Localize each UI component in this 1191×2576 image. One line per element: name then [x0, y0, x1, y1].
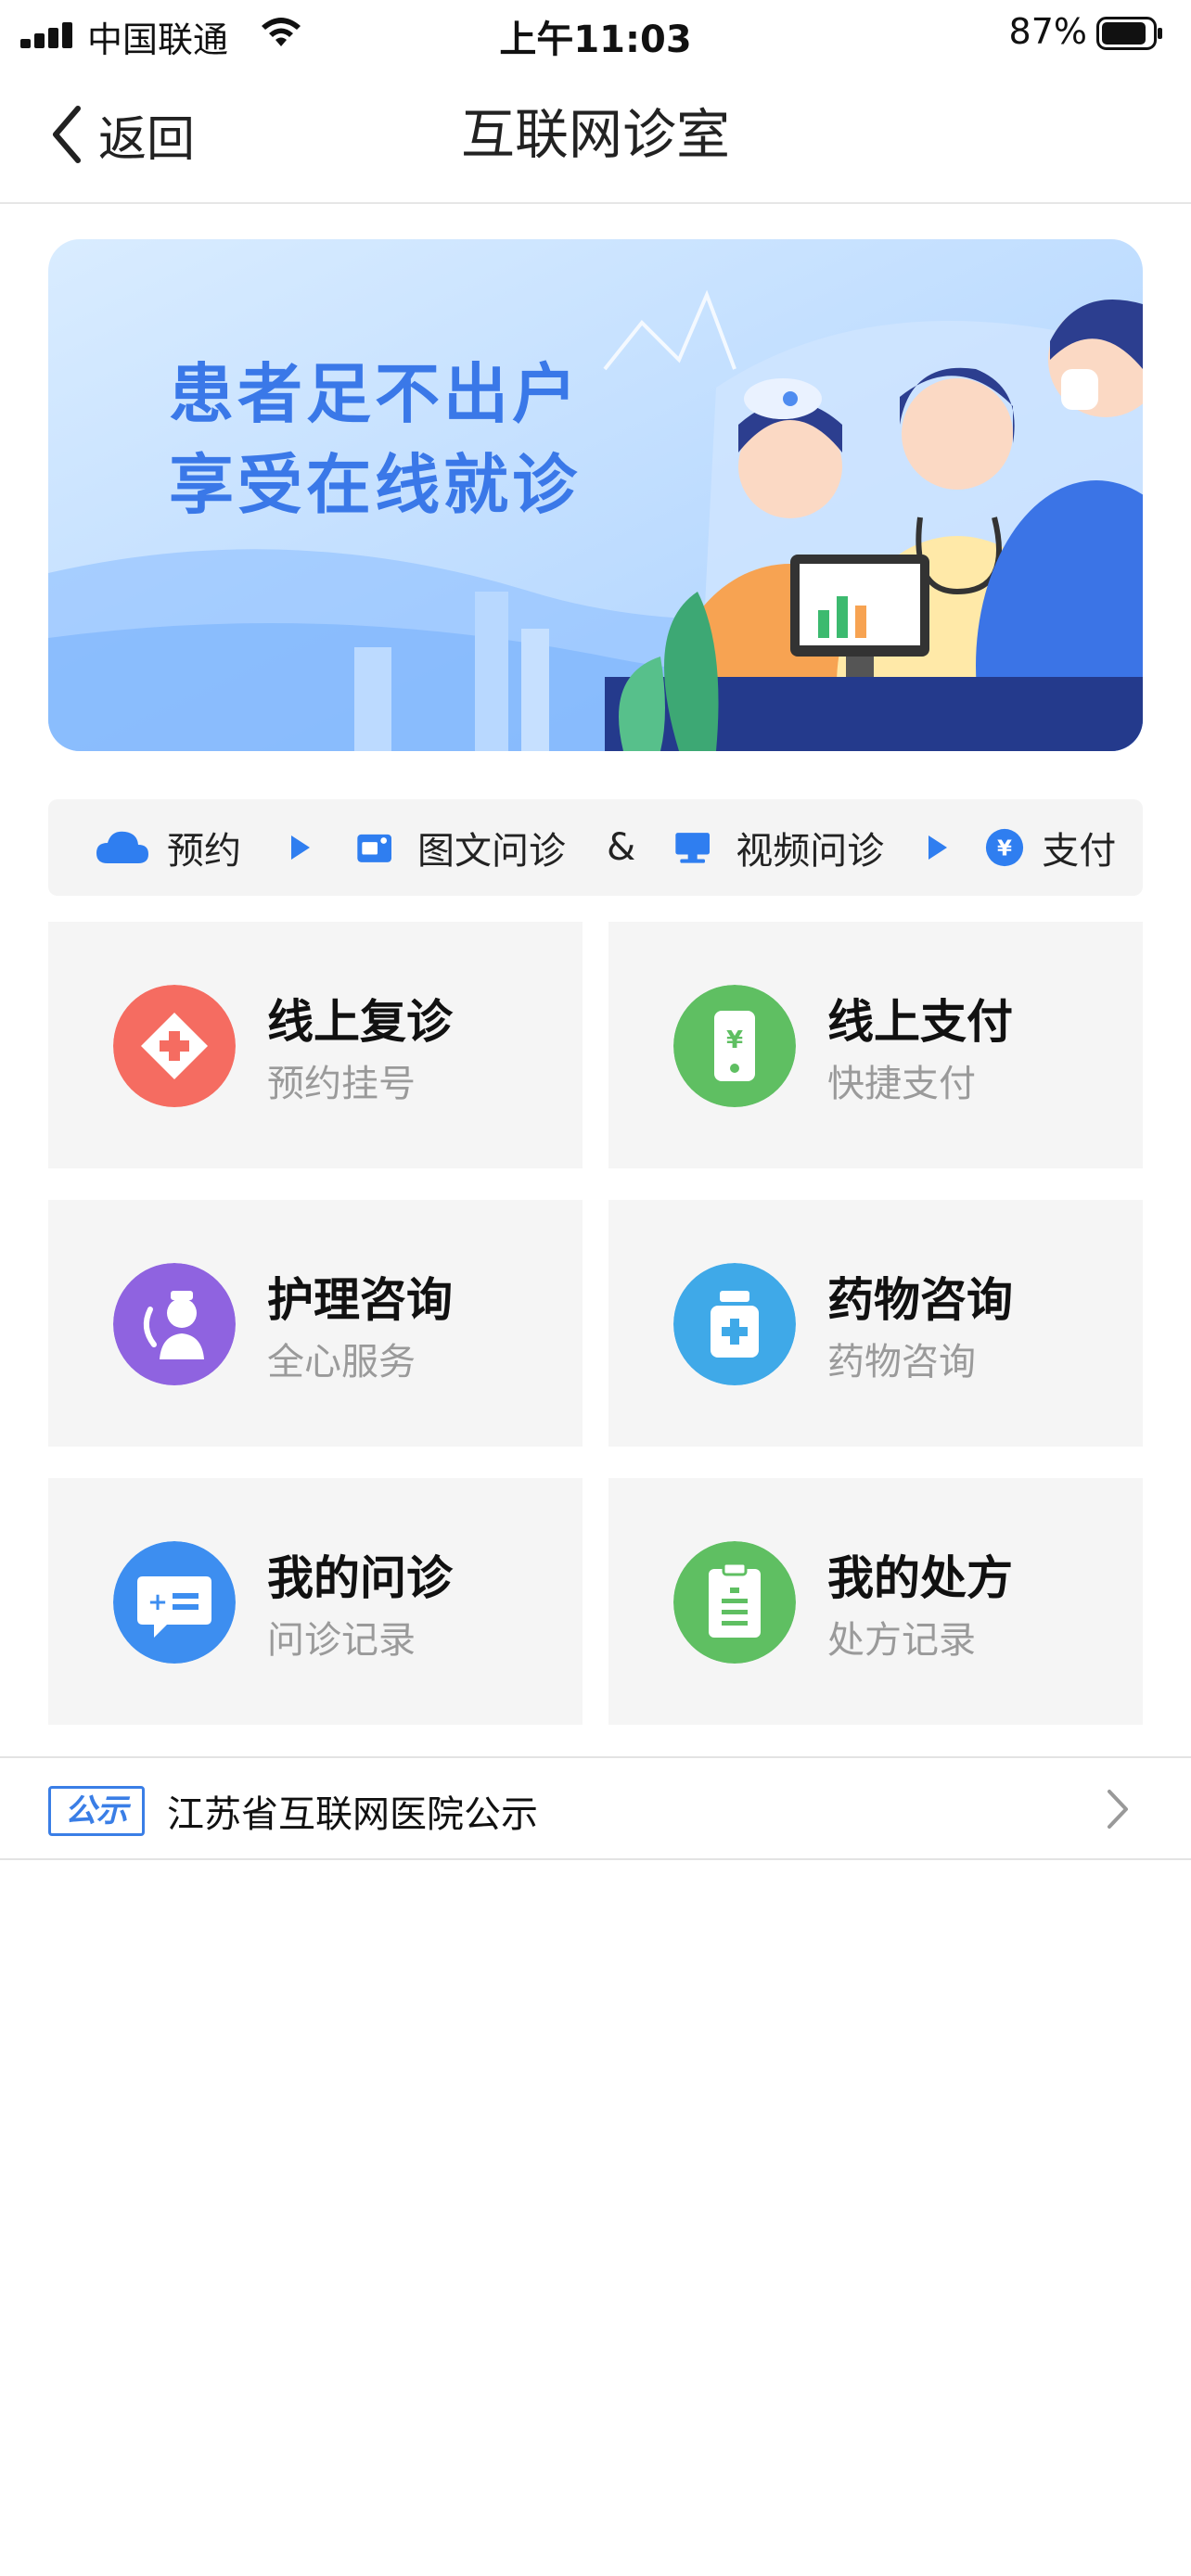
cloud-icon [96, 831, 148, 863]
banner-line-1: 患者足不出户 [169, 356, 581, 432]
service-card-drug-consult[interactable]: 药物咨询 药物咨询 [608, 1200, 1143, 1447]
notice-badge: 公示 [48, 1786, 145, 1836]
svg-text:¥: ¥ [997, 837, 1012, 861]
status-bar: 中国联通 上午11:03 87% [0, 0, 1191, 65]
service-card-my-consultations[interactable]: + 我的问诊 问诊记录 [48, 1478, 583, 1725]
chevron-left-icon [53, 106, 81, 163]
back-label: 返回 [98, 111, 196, 168]
nav-bar: 返回 互联网诊室 [0, 65, 1191, 204]
play-arrow-icon [928, 835, 948, 860]
card-subtitle: 处方记录 [827, 1619, 976, 1662]
card-title: 护理咨询 [267, 1273, 453, 1327]
card-title: 线上复诊 [267, 995, 453, 1049]
battery-percent: 87% [1008, 11, 1087, 52]
step-video-consult: 视频问诊 [672, 821, 884, 874]
medical-cross-icon [113, 985, 236, 1107]
public-notice-row[interactable]: 公示 江苏省互联网医院公示 [0, 1756, 1191, 1860]
card-subtitle: 全心服务 [267, 1341, 416, 1384]
chat-record-icon: + [113, 1541, 236, 1664]
cellular-signal-icon [20, 22, 74, 48]
wifi-icon [262, 18, 301, 46]
card-title: 我的处方 [827, 1551, 1013, 1605]
step-label: 预约 [167, 830, 241, 873]
promo-banner[interactable]: 患者足不出户 享受在线就诊 [48, 239, 1143, 751]
chevron-right-icon [1108, 1790, 1128, 1829]
card-subtitle: 快捷支付 [827, 1063, 976, 1105]
step-label: 图文问诊 [417, 830, 566, 873]
nurse-icon [113, 1263, 236, 1385]
card-title: 药物咨询 [827, 1273, 1013, 1327]
prescription-icon [673, 1541, 796, 1664]
service-card-my-prescriptions[interactable]: 我的处方 处方记录 [608, 1478, 1143, 1725]
image-chat-icon [357, 834, 391, 862]
banner-line-2: 享受在线就诊 [169, 447, 581, 523]
consultation-process: 预约 图文问诊 & 视频问诊 ¥ 支付 [48, 799, 1143, 896]
play-arrow-icon [291, 835, 310, 860]
svg-text:+: + [147, 1588, 168, 1616]
yen-coin-icon: ¥ [986, 828, 1024, 867]
service-card-nursing-consult[interactable]: 护理咨询 全心服务 [48, 1200, 583, 1447]
card-title: 我的问诊 [267, 1551, 453, 1605]
back-button[interactable]: 返回 [48, 100, 195, 169]
battery-icon [1096, 17, 1162, 50]
medicine-bottle-icon [673, 1263, 796, 1385]
step-appointment: 预约 [95, 821, 241, 874]
service-card-online-payment[interactable]: ¥ 线上支付 快捷支付 [608, 922, 1143, 1168]
svg-text:¥: ¥ [726, 1027, 743, 1054]
step-payment: ¥ 支付 [984, 821, 1116, 874]
card-subtitle: 问诊记录 [267, 1619, 416, 1662]
banner-headline: 患者足不出户 享受在线就诊 [169, 349, 581, 530]
monitor-icon [675, 833, 711, 863]
service-card-online-revisit[interactable]: 线上复诊 预约挂号 [48, 922, 583, 1168]
step-image-consult: 图文问诊 [354, 821, 566, 874]
carrier-name: 中国联通 [87, 19, 229, 60]
card-subtitle: 药物咨询 [827, 1341, 976, 1384]
step-label: 视频问诊 [736, 830, 885, 873]
notice-text: 江苏省互联网医院公示 [167, 1793, 538, 1836]
ampersand: & [607, 826, 636, 869]
card-subtitle: 预约挂号 [267, 1063, 416, 1105]
step-label: 支付 [1042, 830, 1117, 873]
card-title: 线上支付 [827, 995, 1013, 1049]
mobile-pay-icon: ¥ [673, 985, 796, 1107]
